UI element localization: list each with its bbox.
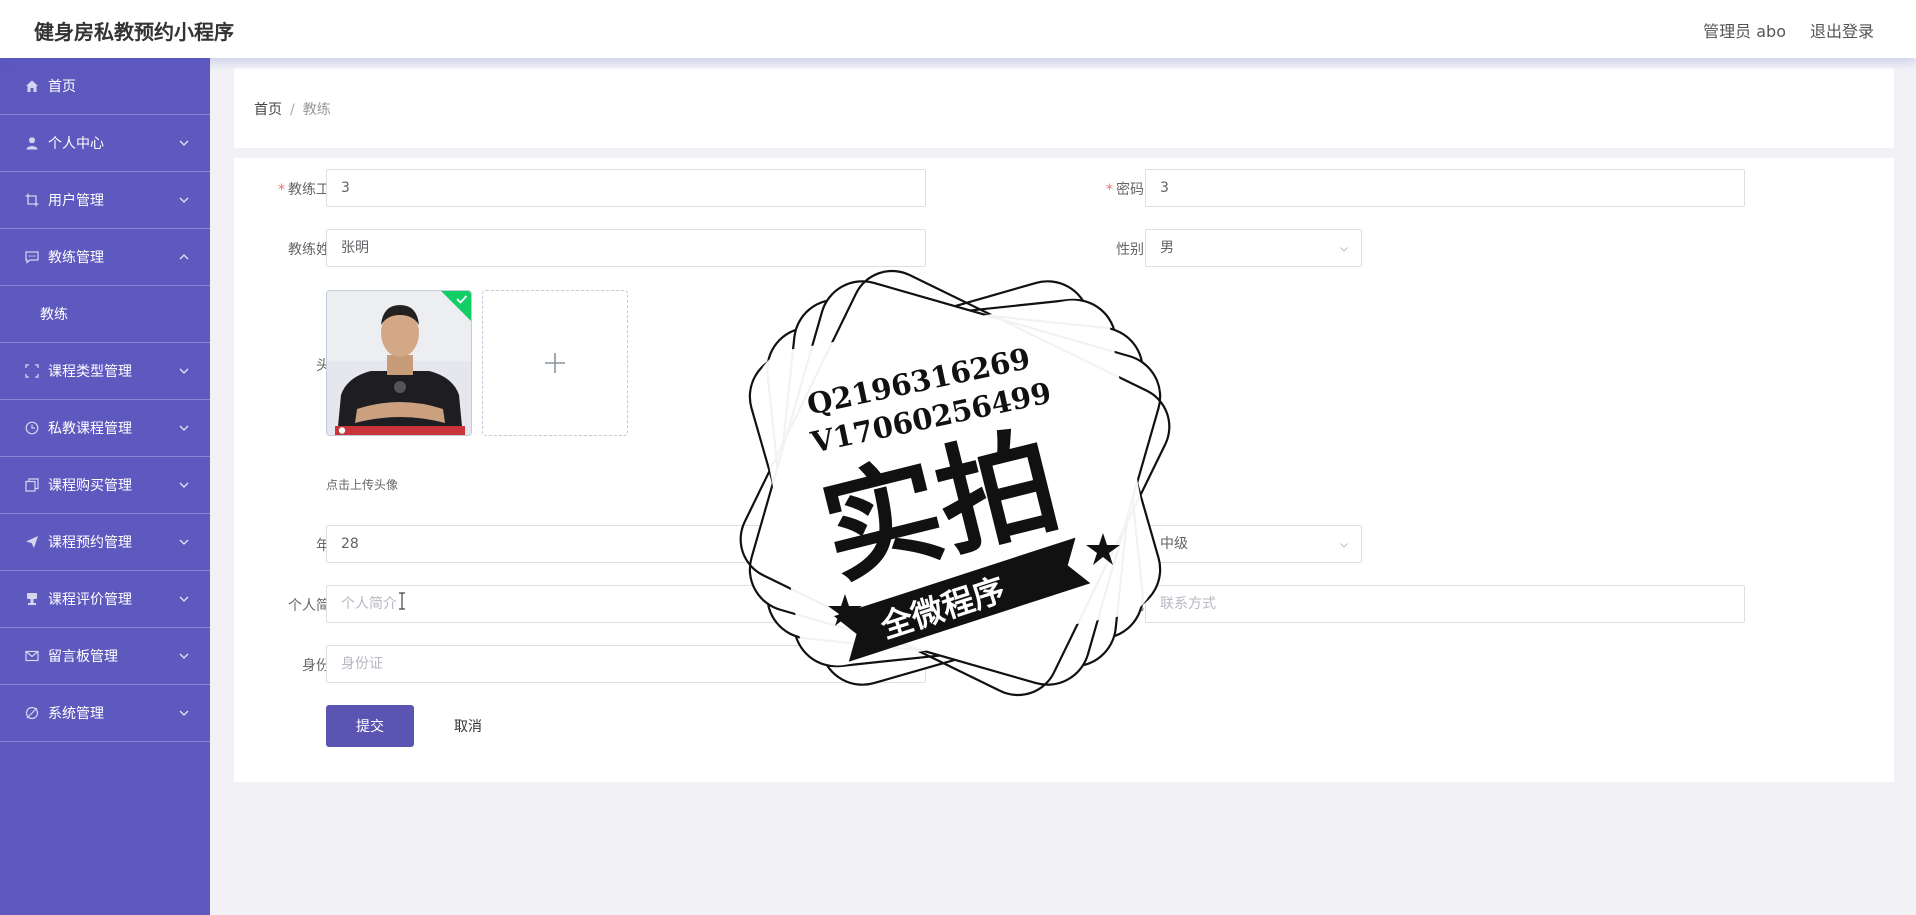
coach-name-input[interactable]: 张明 (326, 229, 926, 267)
level-select-value: 中级 (1160, 536, 1188, 552)
chevron-down-icon (179, 596, 189, 602)
breadcrumb-card: 首页 / 教练 (234, 68, 1894, 148)
sidebar-item-label: 课程预约管理 (48, 535, 132, 551)
password-label: * 密码 (1106, 182, 1144, 198)
chevron-down-icon (179, 368, 189, 374)
home-icon (24, 78, 40, 94)
idcard-input[interactable]: 身份证 (326, 645, 926, 683)
settings-icon (24, 705, 40, 721)
sidebar-item-label: 个人中心 (48, 136, 104, 152)
contact-input[interactable]: 联系方式 (1145, 585, 1745, 623)
sidebar-item-label: 用户管理 (48, 193, 104, 209)
current-user: 管理员 abo (1703, 22, 1786, 41)
coach-no-input[interactable]: 3 (326, 169, 926, 207)
sidebar-item-label: 课程类型管理 (48, 364, 132, 380)
gender-select-value: 男 (1160, 240, 1174, 256)
intro-input[interactable]: 个人简介 (326, 585, 926, 623)
sidebar-item-coach-management[interactable]: 教练管理 (0, 229, 210, 286)
stamp-icon (24, 591, 40, 607)
avatar-upload-button[interactable] (482, 290, 628, 436)
chevron-up-icon (179, 254, 189, 260)
chevron-down-icon (179, 425, 189, 431)
breadcrumb: 首页 / 教练 (254, 99, 331, 119)
sidebar-item-label: 留言板管理 (48, 649, 118, 665)
contact-label: 联系方式 (1088, 598, 1144, 614)
chevron-down-icon (179, 482, 189, 488)
gender-select[interactable]: 男 (1145, 229, 1362, 267)
sidebar-item-home[interactable]: 首页 (0, 58, 210, 115)
send-icon (24, 534, 40, 550)
plus-icon (545, 353, 565, 373)
sidebar-item-system-management[interactable]: 系统管理 (0, 685, 210, 742)
sidebar-item-course-type-management[interactable]: 课程类型管理 (0, 343, 210, 400)
sidebar: 首页 个人中心 用户管理 教练管理 教练 课程类型管理 私教课程管理 课程购买管… (0, 58, 210, 915)
chat-icon (24, 249, 40, 265)
upload-hint: 点击上传头像 (326, 478, 399, 492)
app-title: 健身房私教预约小程序 (34, 20, 234, 44)
sidebar-subitem-label: 教练 (40, 307, 68, 323)
breadcrumb-home-link[interactable]: 首页 (254, 102, 282, 118)
sidebar-item-label: 首页 (48, 79, 76, 95)
chevron-down-icon (179, 197, 189, 203)
sidebar-item-private-course-management[interactable]: 私教课程管理 (0, 400, 210, 457)
user-icon (24, 135, 40, 151)
required-mark: * (1106, 182, 1113, 198)
sidebar-item-personal-center[interactable]: 个人中心 (0, 115, 210, 172)
crop-icon (24, 192, 40, 208)
sidebar-item-user-management[interactable]: 用户管理 (0, 172, 210, 229)
mail-icon (24, 648, 40, 664)
sidebar-item-course-purchase-management[interactable]: 课程购买管理 (0, 457, 210, 514)
chevron-down-icon (179, 653, 189, 659)
sidebar-subitem-coach[interactable]: 教练 (0, 286, 210, 343)
gender-label: 性别 (1116, 242, 1144, 258)
password-input[interactable]: 3 (1145, 169, 1745, 207)
required-mark: * (278, 182, 285, 198)
fullscreen-icon (24, 363, 40, 379)
breadcrumb-current: 教练 (302, 102, 331, 118)
sidebar-item-course-review-management[interactable]: 课程评价管理 (0, 571, 210, 628)
text-cursor-icon (399, 592, 405, 610)
submit-button[interactable]: 提交 (326, 705, 414, 747)
chevron-down-icon (179, 140, 189, 146)
sidebar-item-course-booking-management[interactable]: 课程预约管理 (0, 514, 210, 571)
top-bar: 健身房私教预约小程序 管理员 abo 退出登录 (0, 0, 1916, 58)
avatar-preview[interactable] (326, 290, 472, 436)
coach-form: *教练工号 3 *密码 3 教练姓名 张明 性别 男 头像 点击上传头像 (234, 158, 1894, 782)
chevron-down-icon (179, 539, 189, 545)
clock-icon (24, 420, 40, 436)
sidebar-item-label: 私教课程管理 (48, 421, 132, 437)
sidebar-item-message-board-management[interactable]: 留言板管理 (0, 628, 210, 685)
sidebar-item-label: 课程评价管理 (48, 592, 132, 608)
chevron-down-icon (1340, 247, 1348, 252)
copy-icon (24, 477, 40, 493)
sidebar-item-label: 课程购买管理 (48, 478, 132, 494)
level-select[interactable]: 中级 (1145, 525, 1362, 563)
logout-button[interactable]: 退出登录 (1810, 18, 1874, 42)
upload-success-icon (441, 291, 471, 321)
chevron-down-icon (1340, 543, 1348, 548)
chevron-down-icon (179, 710, 189, 716)
breadcrumb-separator: / (290, 102, 295, 118)
user-area: 管理员 abo 退出登录 (1703, 18, 1874, 42)
cancel-button[interactable]: 取消 (444, 705, 492, 747)
sidebar-item-label: 系统管理 (48, 706, 104, 722)
sidebar-item-label: 教练管理 (48, 250, 104, 266)
age-input[interactable]: 28 (326, 525, 926, 563)
